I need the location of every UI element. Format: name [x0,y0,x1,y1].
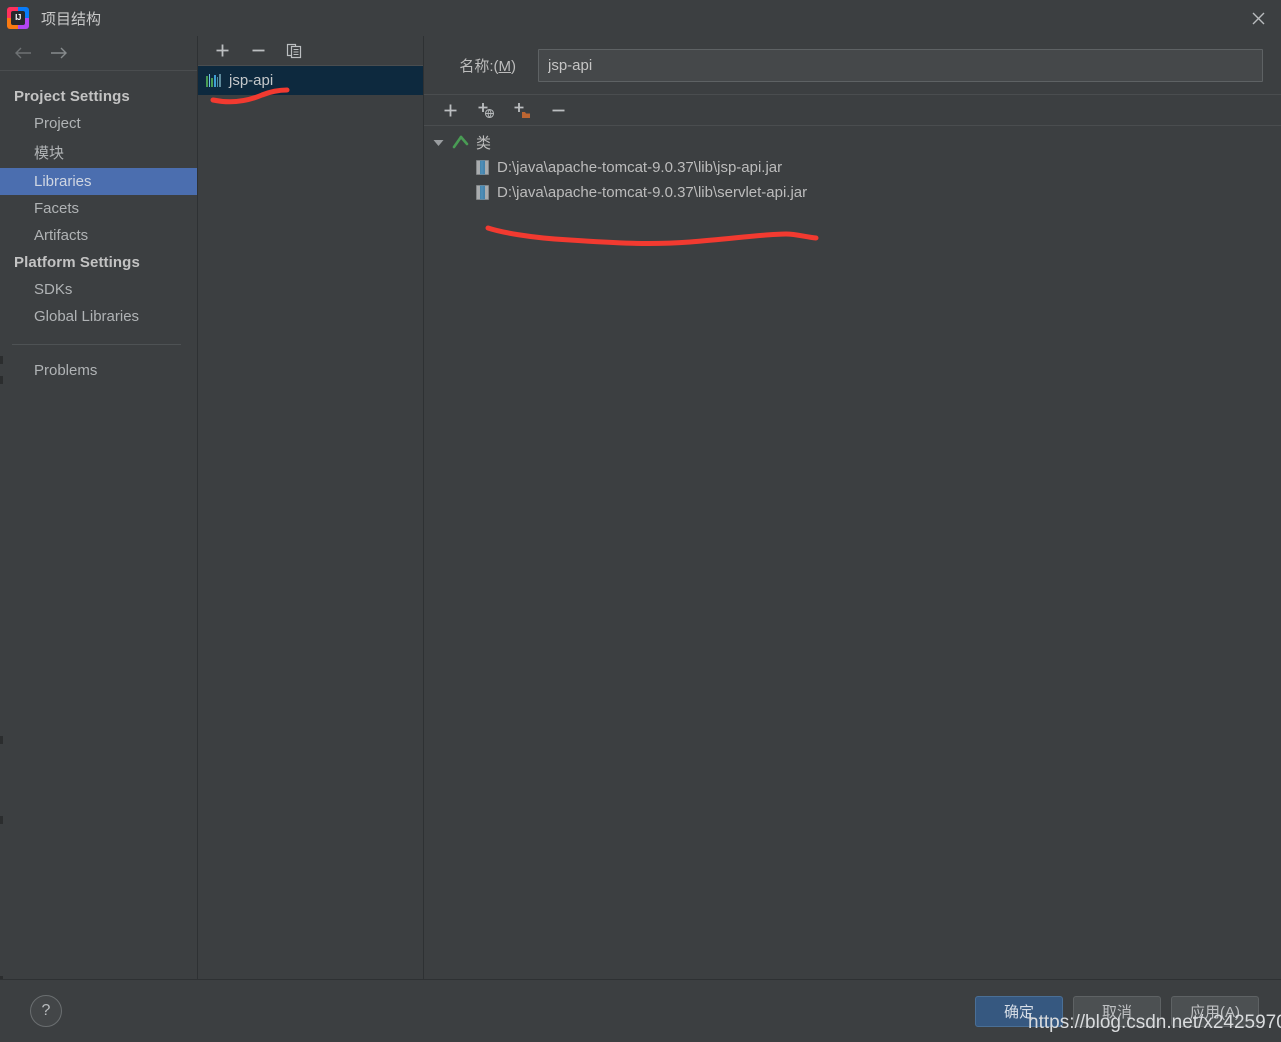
add-library-button[interactable] [212,41,232,61]
plus-folder-icon [514,102,530,118]
library-roots-toolbar [424,94,1281,126]
jar-file-icon [476,160,489,175]
library-name-row: 名称:(M) [424,36,1281,94]
settings-sidebar: Project Settings Project 模块 Libraries Fa… [0,36,198,984]
dialog-buttons: 确定 取消 应用(A) [975,995,1259,1027]
library-name-input[interactable] [538,48,1263,82]
sidebar-edge-ticks [0,36,3,984]
apply-button[interactable]: 应用(A) [1171,995,1259,1027]
library-name-label: 名称:(M) [442,55,516,76]
tree-node-label: 类 [476,135,492,152]
sidebar-item-global-libraries[interactable]: Global Libraries [0,303,197,330]
caret-down-icon[interactable] [432,136,445,149]
name-label-mnemonic: M [498,57,512,75]
libraries-list-panel: jsp-api [198,36,424,979]
plus-icon [216,44,228,57]
sidebar-nav-bar [0,36,197,71]
sidebar-group-project-settings: Project Settings [14,88,130,105]
plus-icon [444,104,456,116]
logo-text: IJ [11,11,25,25]
list-item[interactable]: jsp-api [198,66,423,95]
tree-row[interactable]: D:\java\apache-tomcat-9.0.37\lib\servlet… [424,180,1281,205]
add-url-root-button[interactable] [476,100,496,120]
classes-root-icon [452,133,469,153]
sidebar-item-sdks[interactable]: SDKs [0,276,197,303]
libraries-list: jsp-api [198,66,423,979]
arrow-right-icon [51,47,67,59]
tree-row-label: D:\java\apache-tomcat-9.0.37\lib\servlet… [497,184,808,201]
tree-row[interactable]: D:\java\apache-tomcat-9.0.37\lib\jsp-api… [424,155,1281,180]
sidebar-item-artifacts[interactable]: Artifacts [0,222,197,249]
sidebar-items: Project Settings Project 模块 Libraries Fa… [0,71,197,979]
copy-library-button[interactable] [284,41,304,61]
tree-node-classes[interactable]: 类 [424,130,1281,155]
dialog-body: Project Settings Project 模块 Libraries Fa… [0,36,1281,984]
title-bar: IJ 项目结构 [0,0,1281,36]
add-directory-root-button[interactable] [512,100,532,120]
plus-globe-icon [478,102,495,118]
remove-library-button[interactable] [248,41,268,61]
minus-icon [252,49,264,52]
add-root-button[interactable] [440,100,460,120]
libraries-toolbar [198,36,423,66]
minus-icon [552,109,564,111]
name-label-suffix: ) [511,57,516,75]
back-button[interactable] [12,42,34,64]
sidebar-item-libraries[interactable]: Libraries [0,168,197,195]
sidebar-item-problems[interactable]: Problems [0,357,197,384]
sidebar-item-modules[interactable]: 模块 [0,137,197,168]
name-label-prefix: 名称:( [459,57,499,75]
dialog-footer: ? 确定 取消 应用(A) [0,979,1281,1042]
arrow-left-icon [15,47,31,59]
tree-row-label: D:\java\apache-tomcat-9.0.37\lib\jsp-api… [497,159,783,176]
library-roots-tree: 类 D:\java\apache-tomcat-9.0.37\lib\jsp-a… [424,126,1281,979]
forward-button[interactable] [48,42,70,64]
copy-icon [286,43,302,58]
library-bars-icon [206,74,222,87]
sidebar-item-project[interactable]: Project [0,110,197,137]
close-icon [1252,12,1264,24]
cancel-button[interactable]: 取消 [1073,995,1161,1027]
project-structure-dialog: IJ 项目结构 Project Settings Project 模块 Libr… [0,0,1281,1042]
sidebar-item-facets[interactable]: Facets [0,195,197,222]
remove-root-button[interactable] [548,100,568,120]
close-button[interactable] [1235,0,1281,36]
window-title: 项目结构 [41,10,102,28]
sidebar-group-platform-settings: Platform Settings [14,254,140,271]
help-button[interactable]: ? [30,995,62,1027]
sidebar-divider [12,344,181,345]
jar-file-icon [476,185,489,200]
ok-button[interactable]: 确定 [975,995,1063,1027]
list-item-label: jsp-api [229,72,274,89]
intellij-logo-icon: IJ [7,7,29,29]
library-detail-panel: 名称:(M) jsp-api 类 D:\java\apache-tomcat-9… [424,36,1281,979]
